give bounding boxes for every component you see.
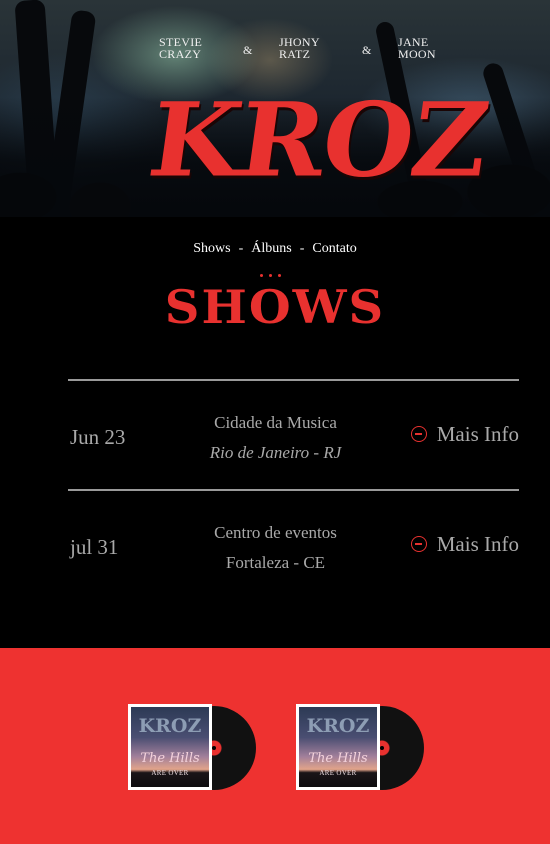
member-jhony-ratz: JHONY RATZ [279,36,320,60]
album-cover: KROZ The Hills ARE OVER [296,704,380,790]
album-band-name: KROZ [138,715,202,737]
album-title: The Hills [308,751,368,766]
album-subtitle: ARE OVER [319,769,357,777]
main-nav: Shows - Álbuns - Contato [0,241,550,257]
album-cover: KROZ The Hills ARE OVER [128,704,212,790]
album-title: The Hills [140,751,200,766]
show-date: Jun 23 [70,425,126,449]
album-cover-art: KROZ The Hills ARE OVER [299,707,377,787]
show-date: jul 31 [70,535,119,559]
album-cover-art: KROZ The Hills ARE OVER [131,707,209,787]
minus-circle-icon [410,536,427,552]
member-last-name: CRAZY [159,47,202,61]
album-card[interactable]: KROZ The Hills ARE OVER [296,704,426,792]
band-logo-text: KROZ [142,79,495,200]
nav-separator: - [299,241,305,256]
more-info-label: Mais Info [436,531,519,556]
active-nav-indicator [260,262,292,277]
nav-shows[interactable]: Shows [193,241,230,256]
album-card[interactable]: KROZ The Hills ARE OVER [128,704,258,792]
show-city: Rio de Janeiro - RJ [209,443,342,462]
show-venue: Cidade da Musica Rio de Janeiro - RJ [198,408,353,468]
member-separator: & [243,43,253,57]
more-info-button[interactable]: Mais Info [410,531,519,557]
nav-contato[interactable]: Contato [312,241,356,256]
band-members: STEVIE CRAZY & JHONY RATZ & JANE MOON [0,34,550,64]
nav-albuns[interactable]: Álbuns [251,241,291,256]
minus-circle-icon [410,426,427,442]
show-row: Jun 23 Cidade da Musica Rio de Janeiro -… [68,381,519,491]
album-band-name: KROZ [306,715,370,737]
section-title: SHOWS [164,281,386,335]
member-last-name: MOON [398,47,436,61]
band-logo: KROZ [142,79,494,200]
show-city: Fortaleza - CE [225,553,326,572]
hero-banner: STEVIE CRAZY & JHONY RATZ & JANE MOON KR… [0,0,550,217]
member-stevie-crazy: STEVIE CRAZY [159,36,202,60]
member-jane-moon: JANE MOON [398,36,436,60]
more-info-button[interactable]: Mais Info [410,421,519,447]
show-place: Cidade da Musica [214,413,337,432]
album-subtitle: ARE OVER [151,769,189,777]
show-row: jul 31 Centro de eventos Fortaleza - CE … [68,491,519,601]
albums-section: KROZ The Hills ARE OVER KROZ The Hills A… [0,648,550,844]
member-separator: & [362,43,372,57]
show-venue: Centro de eventos Fortaleza - CE [198,518,353,578]
show-place: Centro de eventos [214,523,337,542]
more-info-label: Mais Info [436,421,519,446]
member-last-name: RATZ [279,47,311,61]
nav-separator: - [238,241,244,256]
